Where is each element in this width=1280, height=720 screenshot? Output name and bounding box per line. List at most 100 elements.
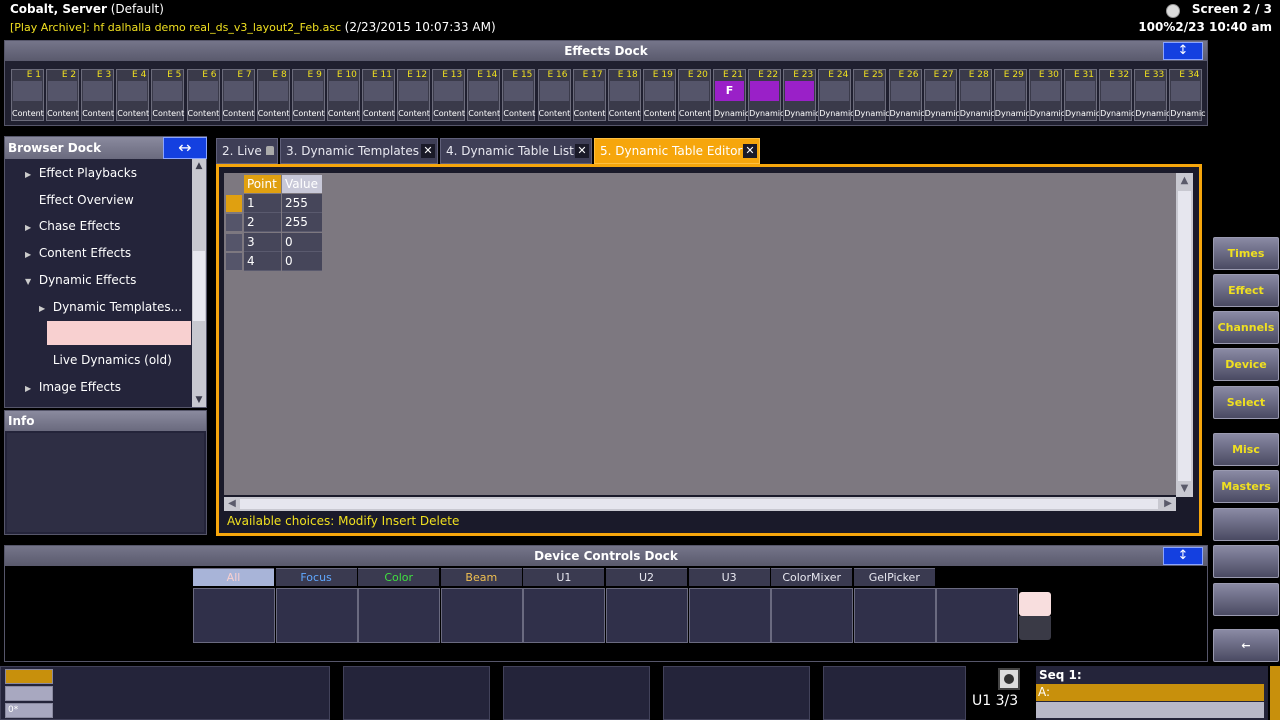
effect-button[interactable]: E 16 Content [537,69,571,121]
effect-button[interactable]: E 18 Content [607,69,641,121]
mini-button-1[interactable] [5,669,53,684]
effect-button[interactable]: E 11 Content [362,69,395,121]
effect-button[interactable]: E 10 Content [326,69,360,121]
bottom-panel-2[interactable] [343,666,490,720]
effect-button[interactable]: E 20 Content [677,69,711,121]
vertical-scrollbar[interactable]: ▲ ▼ [1176,173,1193,497]
tree-arrow-icon[interactable]: ▶ [39,297,49,321]
row-marker[interactable] [226,233,242,251]
close-icon[interactable]: ✕ [575,144,589,158]
effect-button[interactable]: E 32 Dynamic [1099,69,1135,121]
cell-point[interactable]: 2 [244,213,281,233]
tree-arrow-icon[interactable]: ▶ [25,163,35,187]
device-tab[interactable]: Color [358,568,440,586]
tree-item[interactable]: ▶ Effect Playbacks [25,161,137,185]
tab[interactable]: 3. Dynamic Templates ✕ [280,138,438,164]
scroll-down-icon[interactable]: ▼ [1178,482,1191,496]
device-control-cell[interactable] [688,588,771,643]
scroll-right-icon[interactable]: ▶ [1161,497,1175,511]
tab[interactable]: 4. Dynamic Table List ✕ [440,138,592,164]
effect-button[interactable]: E 15 Content [502,69,536,121]
side-button[interactable] [1213,545,1279,578]
tree-item[interactable]: ▶ Content Effects [25,241,131,265]
table-grid-area[interactable]: Point Value 1 255 2 255 3 0 4 0 [224,173,1176,495]
effect-button[interactable]: E 24 Dynamic [818,69,855,121]
sequence-panel[interactable]: Seq 1: A: [1036,666,1268,720]
tree-arrow-icon[interactable]: ▶ [25,377,35,401]
device-control-swatch[interactable] [1019,592,1051,616]
effect-button[interactable]: E 33 Dynamic [1134,69,1170,121]
effect-button[interactable]: E 12 Content [397,69,431,121]
effect-button[interactable]: E 2 Content [46,69,80,121]
effect-button[interactable]: E 28 Dynamic [958,69,995,121]
effect-button[interactable]: E 4 Content [116,69,150,121]
tree-item[interactable]: Live Dynamics (old) [39,348,172,372]
device-tab[interactable]: GelPicker [853,568,935,586]
effect-button[interactable]: E 9 Content [291,69,325,121]
row-marker[interactable] [226,214,242,232]
row-marker[interactable] [226,252,242,270]
side-button[interactable]: Device [1213,348,1279,381]
device-dock-resize-button[interactable]: ↕ [1163,547,1203,565]
bottom-panel-1[interactable]: 0* [0,666,330,720]
effect-button[interactable]: E 23 Dynamic [783,69,819,121]
effect-button[interactable]: E 30 Dynamic [1028,69,1065,121]
horizontal-scrollbar[interactable]: ◀ ▶ [224,497,1176,511]
cell-point[interactable]: 1 [244,194,281,213]
device-tab[interactable]: ColorMixer [771,568,853,586]
side-button[interactable] [1213,508,1279,541]
device-control-cell[interactable] [358,588,441,643]
device-control-cell[interactable] [193,588,275,643]
cell-point[interactable]: 3 [244,232,281,252]
cell-value[interactable]: 0 [282,251,322,271]
device-tab[interactable]: Beam [440,568,522,586]
cell-value[interactable]: 0 [282,232,322,252]
bottom-panel-4[interactable] [663,666,810,720]
device-tab[interactable]: U1 [523,568,605,586]
tree-item[interactable]: ▼ Dynamic Effects [25,268,136,292]
device-tab[interactable]: All [193,568,274,586]
device-tab[interactable]: U2 [606,568,687,586]
table-row[interactable]: 30 [224,232,322,252]
tree-item[interactable]: Effect Overview [25,188,134,212]
side-button[interactable]: Select [1213,386,1279,419]
device-control-cell[interactable] [440,588,523,643]
table-row[interactable]: 40 [224,251,322,271]
effect-button[interactable]: E 26 Dynamic [888,69,925,121]
cell-value[interactable]: 255 [282,194,322,213]
tree-arrow-icon[interactable]: ▼ [25,270,35,294]
browser-scrollbar[interactable]: ▲ ▼ [192,159,206,407]
device-control-cell[interactable] [523,588,606,643]
table-row[interactable]: 1 255 [224,194,322,213]
mini-button-2[interactable] [5,686,53,701]
bottom-panel-5[interactable] [823,666,966,720]
scroll-up-icon[interactable]: ▲ [193,160,205,172]
tree-arrow-icon[interactable]: ▶ [25,216,35,240]
side-button[interactable]: Misc [1213,433,1279,466]
scroll-thumb[interactable] [240,499,1158,509]
side-button[interactable]: Channels [1213,311,1279,344]
side-button[interactable] [1213,583,1279,616]
table-row[interactable]: 2 255 [224,213,322,233]
effect-button[interactable]: E 21 F Dynamic [713,69,749,121]
tree-item[interactable]: ▶ Dynamic Templates... [39,295,182,319]
scroll-up-icon[interactable]: ▲ [1178,174,1191,188]
effect-button[interactable]: E 5 Content [151,69,185,121]
screen-indicator[interactable]: Screen 2 / 3 [1192,2,1272,16]
column-header-point[interactable]: Point [244,175,281,193]
tree-item[interactable]: ▶ Chase Effects [25,214,120,238]
effect-button[interactable]: E 14 Content [467,69,501,121]
row-marker[interactable] [226,195,242,212]
cell-value[interactable]: 255 [282,213,322,233]
device-control-cell[interactable] [275,588,358,643]
side-button[interactable]: Masters [1213,470,1279,503]
side-button[interactable]: ← [1213,629,1279,662]
device-control-cell[interactable] [936,588,1019,643]
side-button[interactable]: Times [1213,237,1279,270]
side-button[interactable]: Effect [1213,274,1279,307]
effect-button[interactable]: E 29 Dynamic [993,69,1030,121]
mini-button-3[interactable]: 0* [5,703,53,718]
effect-button[interactable]: E 1 Content [11,69,44,121]
user-icon[interactable] [998,668,1020,690]
device-control-swatch-bottom[interactable] [1019,616,1051,640]
